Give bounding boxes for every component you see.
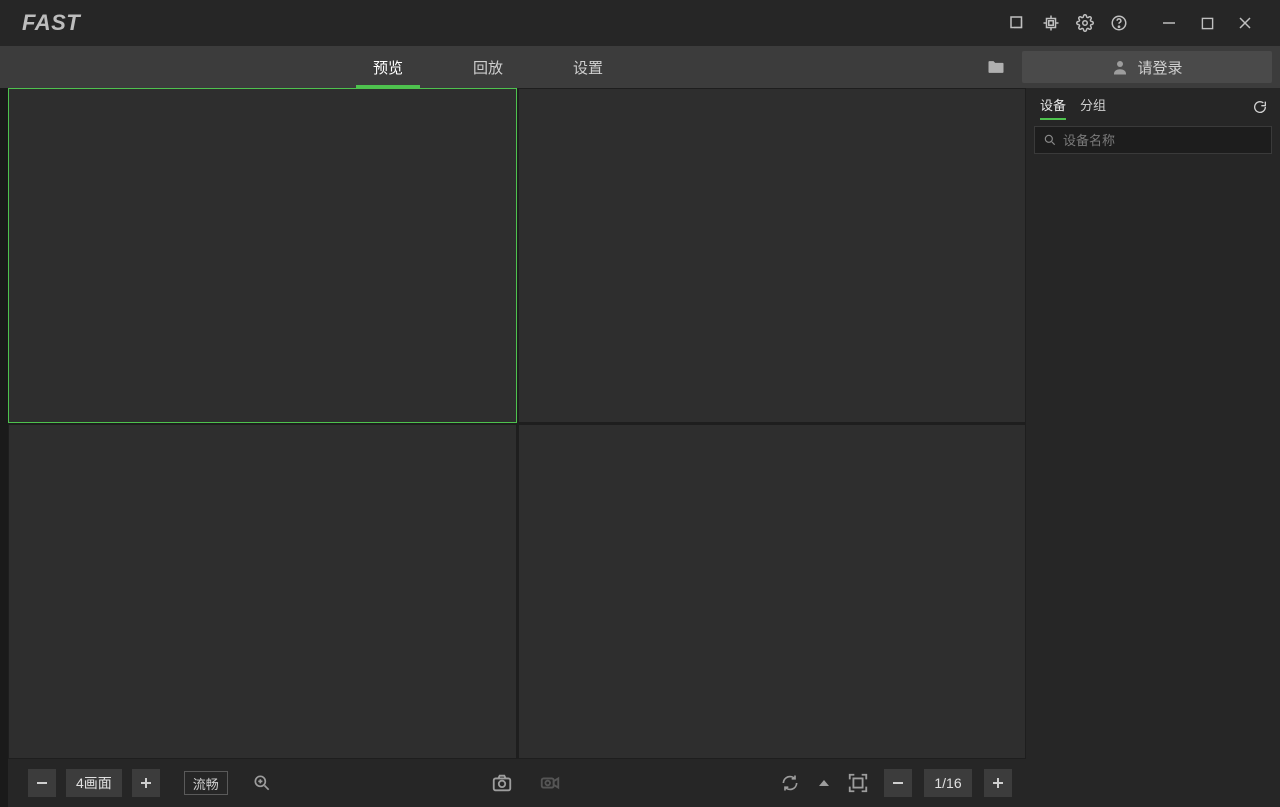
page-label: 1/16: [924, 769, 972, 797]
main-area: 4画面 流畅: [0, 88, 1026, 807]
tab-settings[interactable]: 设置: [538, 46, 638, 88]
cycle-icon[interactable]: [776, 769, 804, 797]
gear-icon[interactable]: [1076, 14, 1094, 32]
chevron-up-icon[interactable]: [816, 769, 832, 797]
main-toolbar: 预览 回放 设置 请登录: [0, 46, 1280, 88]
layout-increase-button[interactable]: [132, 769, 160, 797]
maximize-button[interactable]: [1198, 14, 1216, 32]
screenshot-tool-icon[interactable]: [1008, 14, 1026, 32]
device-search-input[interactable]: [1063, 133, 1263, 148]
user-icon: [1111, 58, 1129, 76]
video-cell-1[interactable]: [8, 88, 517, 423]
sidebar-tab-device[interactable]: 设备: [1040, 95, 1066, 120]
bottom-bar: 4画面 流畅: [8, 759, 1026, 807]
window-controls: [1160, 14, 1254, 32]
sidebar-head: 设备 分组: [1034, 92, 1272, 122]
record-icon[interactable]: [536, 769, 564, 797]
page-prev-button[interactable]: [884, 769, 912, 797]
cpu-icon[interactable]: [1042, 14, 1060, 32]
stream-quality-button[interactable]: 流畅: [184, 771, 228, 795]
body: 4画面 流畅: [0, 88, 1280, 807]
layout-label: 4画面: [66, 769, 122, 797]
help-icon[interactable]: [1110, 14, 1128, 32]
video-cell-2[interactable]: [518, 88, 1027, 423]
refresh-icon[interactable]: [1248, 95, 1272, 119]
main-tabs: 预览 回放 设置: [338, 46, 638, 88]
login-button[interactable]: 请登录: [1022, 51, 1272, 83]
search-icon: [1043, 133, 1057, 147]
layout-decrease-button[interactable]: [28, 769, 56, 797]
tab-preview[interactable]: 预览: [338, 46, 438, 88]
titlebar-actions: [1008, 14, 1128, 32]
snapshot-icon[interactable]: [488, 769, 516, 797]
sidebar-tab-group[interactable]: 分组: [1080, 95, 1106, 120]
page-next-button[interactable]: [984, 769, 1012, 797]
login-label: 请登录: [1137, 57, 1182, 78]
fullscreen-icon[interactable]: [844, 769, 872, 797]
tab-playback[interactable]: 回放: [438, 46, 538, 88]
zoom-in-icon[interactable]: [248, 769, 276, 797]
minimize-button[interactable]: [1160, 14, 1178, 32]
video-grid: [8, 88, 1026, 759]
close-button[interactable]: [1236, 14, 1254, 32]
app-logo: FAST: [22, 10, 80, 36]
device-sidebar: 设备 分组: [1026, 88, 1280, 807]
titlebar: FAST: [0, 0, 1280, 46]
video-cell-4[interactable]: [518, 424, 1027, 759]
device-search[interactable]: [1034, 126, 1272, 154]
folder-icon[interactable]: [982, 53, 1010, 81]
video-cell-3[interactable]: [8, 424, 517, 759]
